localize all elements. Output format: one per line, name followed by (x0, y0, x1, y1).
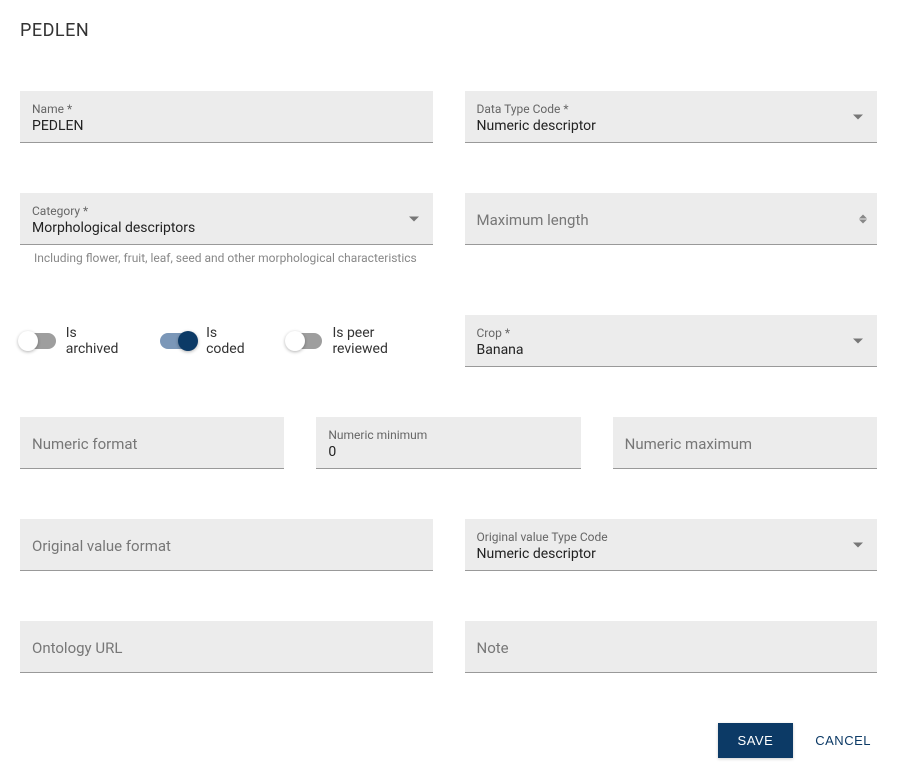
is-archived-toggle[interactable] (20, 333, 56, 349)
is-peer-reviewed-label: Is peer reviewed (332, 325, 432, 357)
cancel-button[interactable]: CANCEL (809, 723, 877, 758)
data-type-label: Data Type Code * (477, 102, 866, 116)
is-coded-label: Is coded (206, 325, 259, 357)
is-coded-toggle[interactable] (160, 333, 196, 349)
original-value-type-value: Numeric descriptor (477, 546, 866, 562)
is-peer-reviewed-toggle[interactable] (287, 333, 323, 349)
chevron-down-icon (853, 114, 863, 119)
save-button[interactable]: SAVE (718, 723, 794, 758)
numeric-max-label: Numeric maximum (625, 435, 865, 453)
data-type-select[interactable]: Data Type Code * Numeric descriptor (465, 91, 878, 143)
ontology-url-field[interactable]: Ontology URL (20, 621, 433, 673)
numeric-format-label: Numeric format (32, 435, 272, 453)
note-label: Note (477, 639, 866, 657)
numeric-min-field[interactable]: Numeric minimum 0 (316, 417, 580, 469)
data-type-value: Numeric descriptor (477, 118, 866, 134)
numeric-format-field[interactable]: Numeric format (20, 417, 284, 469)
ontology-url-label: Ontology URL (32, 639, 421, 657)
crop-value: Banana (477, 342, 866, 358)
category-helper: Including flower, fruit, leaf, seed and … (20, 245, 433, 265)
is-archived-label: Is archived (66, 325, 133, 357)
numeric-max-field[interactable]: Numeric maximum (613, 417, 877, 469)
chevron-down-icon (409, 216, 419, 221)
name-label: Name * (32, 102, 421, 116)
numeric-min-value: 0 (328, 444, 568, 460)
chevron-down-icon (853, 542, 863, 547)
category-select[interactable]: Category * Morphological descriptors (20, 193, 433, 245)
original-value-format-label: Original value format (32, 537, 421, 555)
crop-label: Crop * (477, 326, 866, 340)
page-title: PEDLEN (20, 20, 877, 41)
note-field[interactable]: Note (465, 621, 878, 673)
category-value: Morphological descriptors (32, 220, 421, 236)
category-label: Category * (32, 204, 421, 218)
max-length-field[interactable]: Maximum length (465, 193, 878, 245)
original-value-format-field[interactable]: Original value format (20, 519, 433, 571)
max-length-label: Maximum length (477, 211, 866, 229)
chevron-down-icon (853, 338, 863, 343)
crop-select[interactable]: Crop * Banana (465, 315, 878, 367)
number-stepper-icon[interactable] (859, 214, 867, 223)
name-field[interactable]: Name * PEDLEN (20, 91, 433, 143)
numeric-min-label: Numeric minimum (328, 428, 568, 442)
original-value-type-label: Original value Type Code (477, 530, 866, 544)
original-value-type-select[interactable]: Original value Type Code Numeric descrip… (465, 519, 878, 571)
name-value: PEDLEN (32, 118, 421, 134)
